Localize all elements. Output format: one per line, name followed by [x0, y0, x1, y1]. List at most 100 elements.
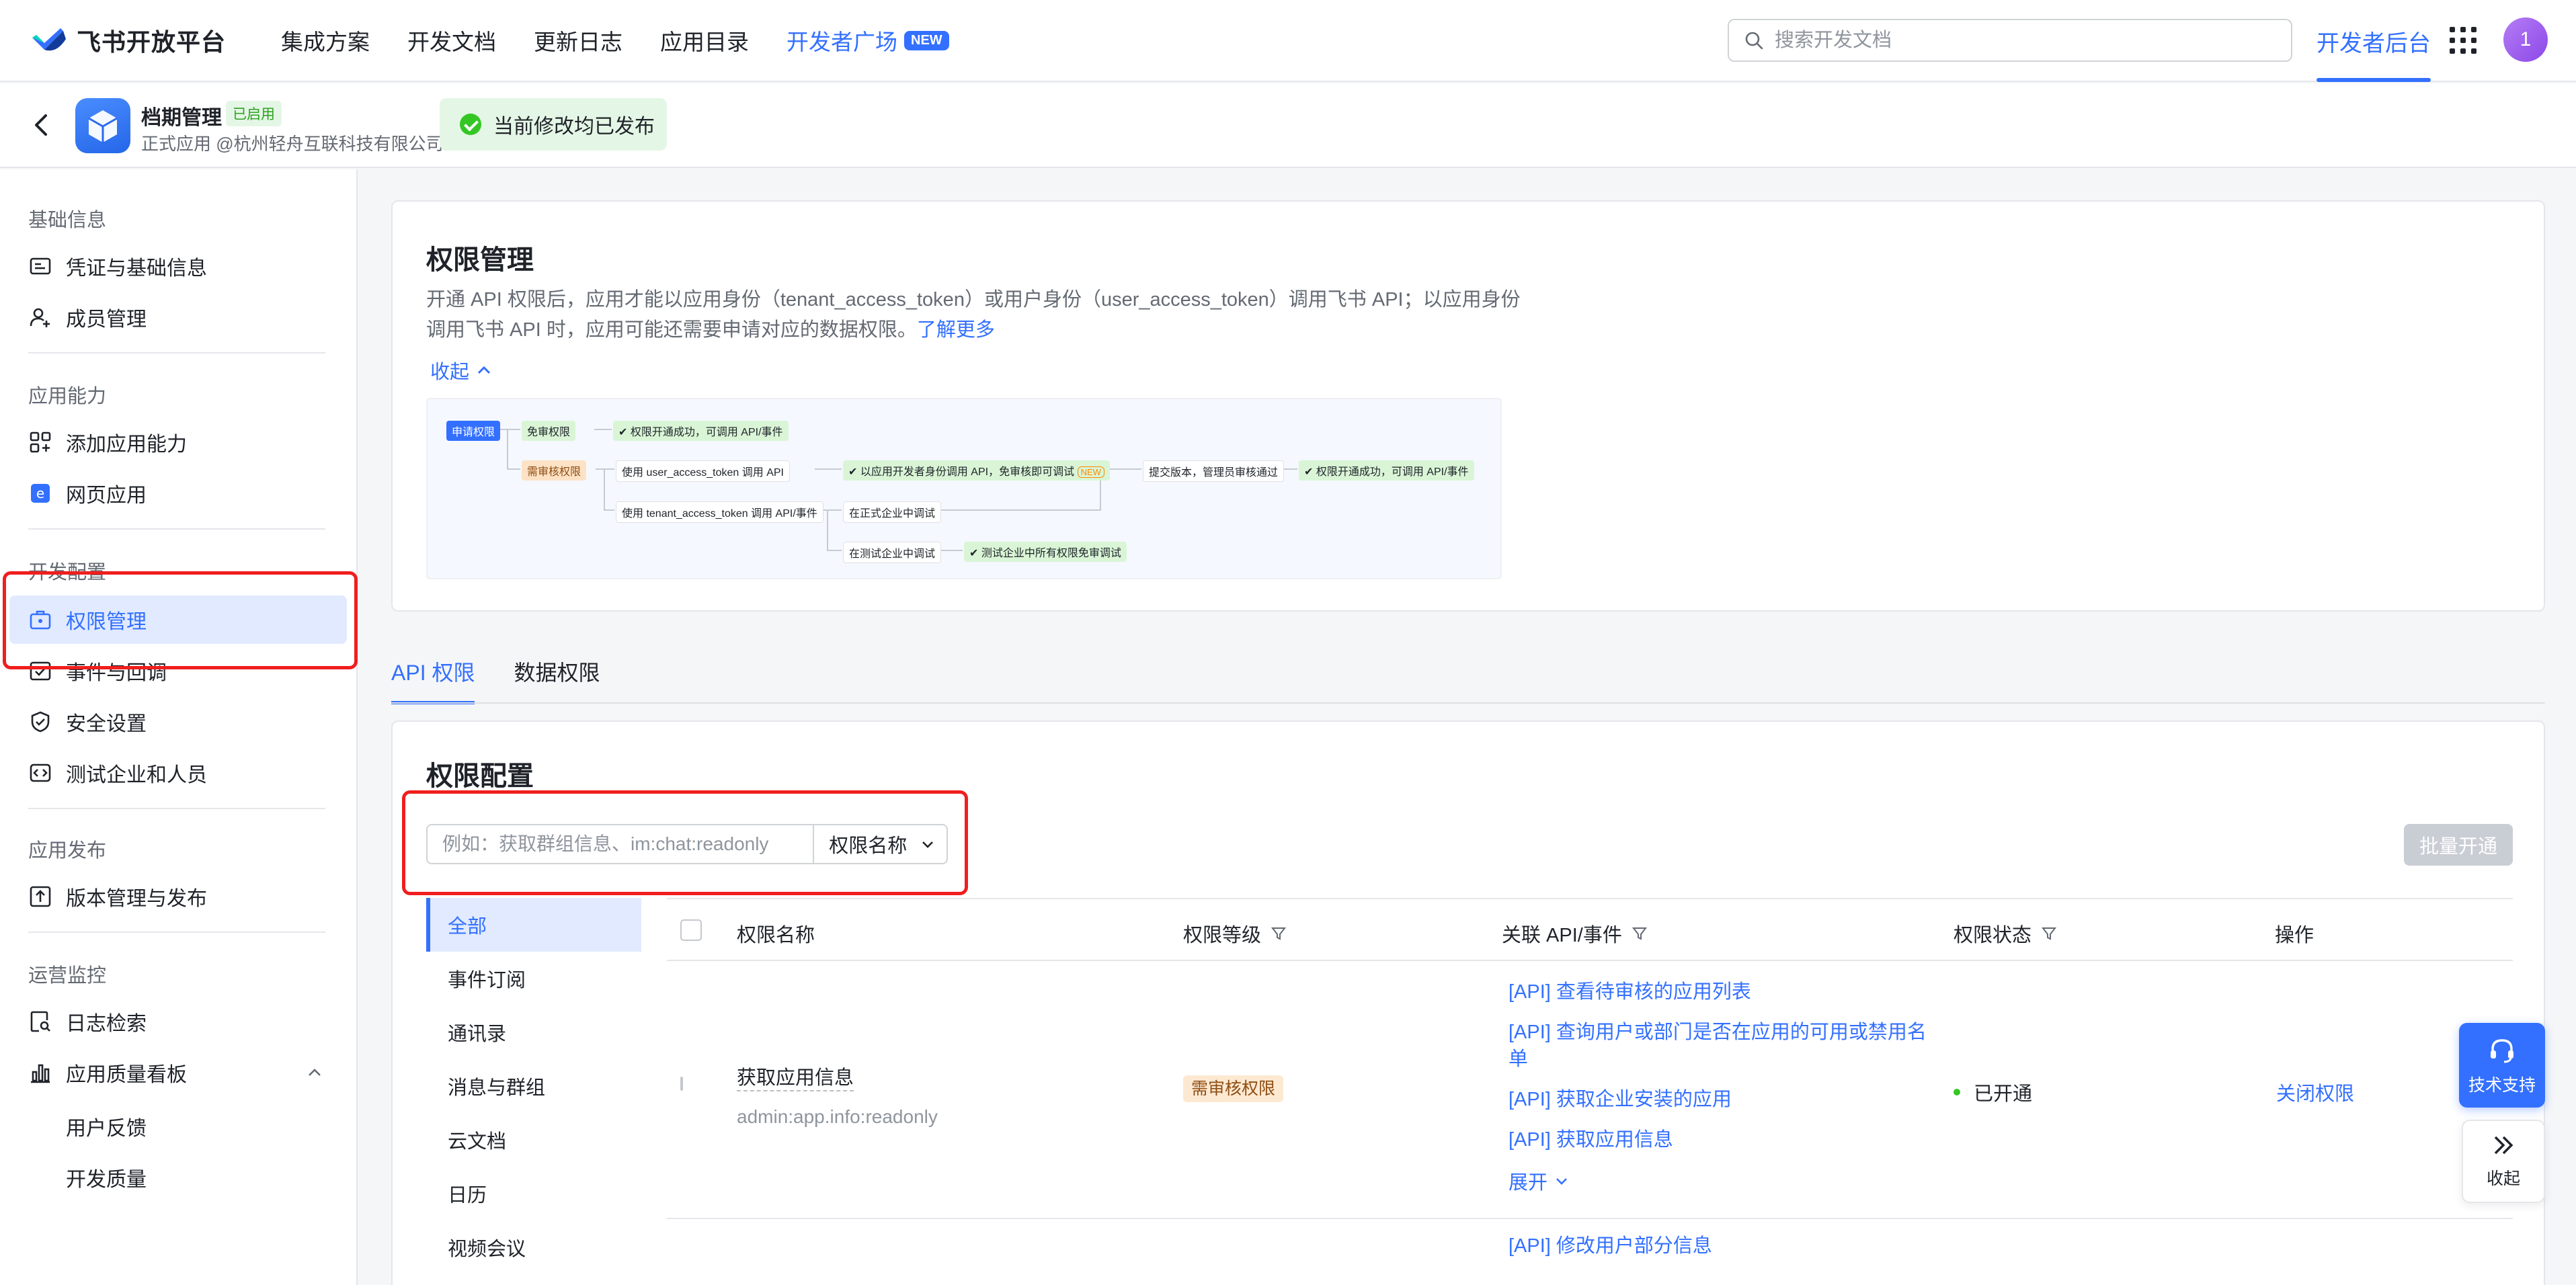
sidebar-item-label: 成员管理 — [66, 308, 147, 331]
nav-link-developer-square[interactable]: 开发者广场 NEW — [787, 24, 949, 56]
bulk-enable-button[interactable]: 批量开通 — [2404, 824, 2513, 866]
description-line-2: 调用飞书 API 时，应用可能还需要申请对应的数据权限。 — [426, 319, 917, 341]
highlight-box-filter — [402, 790, 968, 895]
api-link[interactable]: [API] 查询用户或部门是否在应用的可用或禁用名单 — [1508, 1019, 1939, 1073]
search-icon — [1745, 32, 1763, 50]
permission-config-card: 权限配置 权限名称 批量开通 全部 事件订阅 通讯录 消息与群组 云文档 日历 … — [391, 720, 2545, 1285]
category-docs[interactable]: 云文档 — [426, 1113, 641, 1167]
category-all[interactable]: 全部 — [426, 898, 641, 952]
select-all-checkbox[interactable] — [680, 919, 702, 941]
code-box-icon — [28, 761, 52, 785]
flow-success-1-text: 权限开通成功，可调用 API/事件 — [630, 427, 783, 438]
permission-name[interactable]: 获取应用信息 — [737, 1067, 854, 1091]
tab-data-permission[interactable]: 数据权限 — [514, 651, 600, 704]
chevron-down-icon — [1556, 1178, 1567, 1185]
category-video[interactable]: 视频会议 — [426, 1220, 641, 1274]
sidebar-section-release: 应用发布 — [28, 840, 107, 862]
shield-check-icon — [28, 710, 52, 734]
filter-icon[interactable] — [1271, 925, 1287, 942]
sidebar-item-logs[interactable]: 日志检索 — [0, 997, 347, 1046]
api-link[interactable]: [API] 获取应用信息 — [1508, 1126, 1939, 1153]
app-cube-icon — [75, 98, 130, 153]
sidebar-item-label: 凭证与基础信息 — [66, 257, 207, 280]
flow-node-success-2: ✔ 权限开通成功，可调用 API/事件 — [1299, 460, 1474, 481]
filter-icon[interactable] — [2041, 925, 2057, 942]
feishu-logo-icon — [30, 24, 67, 56]
app-name: 档期管理 — [141, 107, 222, 129]
sidebar-item-test-org[interactable]: 测试企业和人员 — [0, 749, 347, 797]
app-header: 档期管理 已启用 正式应用 @杭州轻舟互联科技有限公司 当前修改均已发布 — [0, 83, 2576, 168]
back-arrow-icon[interactable] — [28, 110, 55, 140]
sidebar-subitem-feedback[interactable]: 用户反馈 — [66, 1112, 147, 1141]
collapse-intro-button[interactable]: 收起 — [430, 356, 492, 384]
category-contacts[interactable]: 通讯录 — [426, 1005, 641, 1059]
flow-dev-identity-text: 以应用开发者身份调用 API，免审核即可调试 — [860, 466, 1075, 478]
column-header-action: 操作 — [2275, 919, 2314, 948]
permission-tabs: API 权限 数据权限 — [391, 651, 639, 704]
developer-console-link[interactable]: 开发者后台 — [2317, 0, 2431, 82]
chevron-up-icon[interactable] — [307, 1066, 323, 1079]
flow-node-test-exempt: ✔ 测试企业中所有权限免审调试 — [964, 542, 1127, 562]
sidebar-item-label: 网页应用 — [66, 485, 147, 507]
sidebar-divider — [28, 352, 325, 354]
nav-link-docs[interactable]: 开发文档 — [407, 24, 496, 56]
sidebar-item-label: 日志检索 — [66, 1013, 147, 1035]
doc-search-box[interactable] — [1728, 19, 2292, 62]
category-calendar[interactable]: 日历 — [426, 1167, 641, 1220]
sidebar-item-credentials[interactable]: 凭证与基础信息 — [0, 242, 347, 290]
user-avatar[interactable]: 1 — [2503, 17, 2548, 62]
bar-chart-icon — [28, 1061, 52, 1085]
status-text: 已开通 — [1974, 1083, 2033, 1105]
collapse-label: 收起 — [430, 362, 470, 383]
apps-grid-icon[interactable] — [2450, 27, 2477, 54]
category-events[interactable]: 事件订阅 — [426, 952, 641, 1005]
sidebar-item-security[interactable]: 安全设置 — [0, 698, 347, 746]
check-circle-icon — [460, 114, 481, 135]
learn-more-link[interactable]: 了解更多 — [917, 319, 995, 341]
permission-intro-card: 权限管理 开通 API 权限后，应用才能以应用身份（tenant_access_… — [391, 200, 2545, 612]
highlight-box-permissions — [3, 571, 358, 669]
category-messaging[interactable]: 消息与群组 — [426, 1059, 641, 1113]
doc-search-input[interactable] — [1775, 29, 2286, 52]
api-link[interactable]: [API] 查看待审核的应用列表 — [1508, 979, 1939, 1005]
collapse-label: 收起 — [2486, 1169, 2520, 1188]
flow-node-apply: 申请权限 — [446, 421, 501, 441]
double-chevron-right-icon — [2494, 1136, 2513, 1155]
sidebar-subitem-dev-quality[interactable]: 开发质量 — [66, 1163, 147, 1192]
tech-support-button[interactable]: 技术支持 — [2459, 1023, 2545, 1108]
column-level-label: 权限等级 — [1183, 925, 1262, 946]
sidebar-item-versions[interactable]: 版本管理与发布 — [0, 872, 347, 921]
filter-icon[interactable] — [1632, 925, 1648, 942]
web-app-icon: e — [28, 481, 52, 505]
sidebar-item-web-app[interactable]: e 网页应用 — [0, 469, 347, 517]
expand-apis-button[interactable]: 展开 — [1508, 1167, 1939, 1195]
api-link[interactable]: [API] 获取企业安装的应用 — [1508, 1086, 1939, 1113]
config-title: 权限配置 — [426, 761, 534, 791]
sidebar-item-label: 添加应用能力 — [66, 433, 187, 456]
row-checkbox[interactable] — [680, 1077, 683, 1091]
flow-node-success-1: ✔ 权限开通成功，可调用 API/事件 — [613, 421, 789, 441]
column-header-apis: 关联 API/事件 — [1502, 919, 1648, 948]
top-navigation: 飞书开放平台 集成方案 开发文档 更新日志 应用目录 开发者广场 NEW 开发者… — [0, 0, 2576, 82]
tab-api-permission[interactable]: API 权限 — [391, 651, 475, 704]
tech-support-label: 技术支持 — [2468, 1076, 2536, 1095]
nav-link-changelog[interactable]: 更新日志 — [534, 24, 622, 56]
sidebar-item-quality[interactable]: 应用质量看板 — [0, 1048, 347, 1097]
collapse-float-button[interactable]: 收起 — [2462, 1120, 2545, 1203]
nav-link-app-directory[interactable]: 应用目录 — [660, 24, 749, 56]
flow-node-prod-debug: 在正式企业中调试 — [843, 501, 942, 523]
chevron-up-icon — [477, 366, 491, 374]
sidebar-item-add-ability[interactable]: 添加应用能力 — [0, 418, 347, 466]
column-header-status: 权限状态 — [1954, 919, 2057, 948]
column-apis-label: 关联 API/事件 — [1502, 925, 1622, 946]
nav-link-solutions[interactable]: 集成方案 — [281, 24, 370, 56]
description-line-1: 开通 API 权限后，应用才能以应用身份（tenant_access_token… — [426, 289, 1521, 310]
brand-logo[interactable]: 飞书开放平台 — [30, 23, 226, 58]
sidebar-item-label: 安全设置 — [66, 713, 147, 735]
api-link[interactable]: [API] 修改用户部分信息 — [1508, 1233, 1939, 1259]
close-permission-link[interactable]: 关闭权限 — [2276, 1083, 2354, 1105]
permission-flow-diagram: 申请权限 免审权限 ✔ 权限开通成功，可调用 API/事件 需审核权限 使用 u… — [426, 398, 1502, 579]
column-header-name: 权限名称 — [737, 919, 815, 948]
flow-node-review: 需审核权限 — [522, 460, 587, 481]
sidebar-item-members[interactable]: 成员管理 — [0, 293, 347, 341]
